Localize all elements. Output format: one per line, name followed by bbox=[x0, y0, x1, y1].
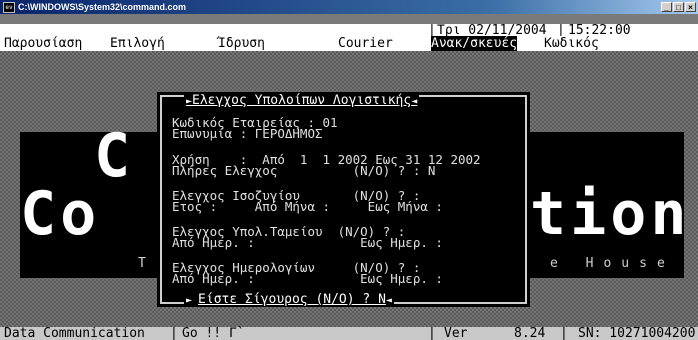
dialog-title: ►Ελεγχος Υπολοίπων Λογιστικής◄ bbox=[184, 93, 420, 108]
balance-check-dialog: ►Ελεγχος Υπολοίπων Λογιστικής◄ Κωδικός Ε… bbox=[157, 92, 530, 307]
confirm-prompt[interactable]: ► Είστε Σίγουρος (Ν/Ο) ? Ν◄ bbox=[184, 292, 394, 307]
confirm-prompt-text: Είστε Σίγουρος (Ν/Ο) ? bbox=[198, 292, 379, 307]
menu-item-presentation[interactable]: Παρουσίαση bbox=[4, 36, 82, 51]
main-menu-bar: Παρουσίαση Επιλογή Ίδρυση Courier Ανακ/σ… bbox=[0, 36, 698, 51]
window-title: C:\WINDOWS\System32\command.com bbox=[18, 2, 187, 12]
company-name-line: Επωνυμία : ΓΕΡΟΔΗΜΟΣ bbox=[172, 126, 323, 141]
prompt-left-arrow-icon: ► bbox=[186, 295, 199, 306]
menu-item-password[interactable]: Κωδικός bbox=[544, 36, 599, 51]
banner-left-text: Co bbox=[20, 179, 101, 249]
cash-date-range-line[interactable]: Από Ημερ. : Εως Ημερ. : bbox=[172, 236, 443, 249]
menu-item-maintenance[interactable]: Ανακ/σκευές bbox=[431, 36, 518, 51]
title-right-arrow-icon: ◄ bbox=[411, 96, 418, 107]
status-version: 8.24 bbox=[514, 326, 546, 340]
status-go: Go !! Γ` bbox=[182, 326, 245, 340]
full-check-line[interactable]: Πλήρες Ελεγχος (Ν/Ο) ? : Ν bbox=[172, 164, 435, 177]
banner-top-letter: C bbox=[94, 121, 135, 191]
dialog-title-text: Ελεγχος Υπολοίπων Λογιστικής bbox=[192, 93, 412, 108]
journal-date-range-line[interactable]: Από Ημερ. : Εως Ημερ. : bbox=[172, 272, 443, 285]
console-area[interactable]: | Τρι 02/11/2004 | 15:22:00 Παρουσίαση Ε… bbox=[0, 14, 698, 340]
menu-item-foundation[interactable]: Ίδρυση bbox=[218, 36, 265, 51]
year-month-range-line[interactable]: Ετος : Από Μήνα : Εως Μήνα : bbox=[172, 200, 443, 213]
close-button[interactable]: × bbox=[685, 2, 696, 12]
command-prompt-icon: ev bbox=[3, 1, 15, 13]
status-serial: SN: 10271004200 bbox=[578, 326, 696, 340]
menu-item-selection[interactable]: Επιλογή bbox=[110, 36, 165, 51]
window-controls: _ □ × bbox=[661, 2, 696, 12]
banner-right-text: tion bbox=[530, 179, 691, 249]
status-version-label: Ver bbox=[444, 326, 468, 340]
confirm-answer[interactable]: Ν bbox=[378, 292, 386, 307]
prompt-right-arrow-icon: ◄ bbox=[385, 295, 392, 306]
banner-left-small: T bbox=[138, 256, 156, 271]
maximize-button[interactable]: □ bbox=[673, 2, 684, 12]
window-titlebar[interactable]: ev C:\WINDOWS\System32\command.com _ □ × bbox=[0, 0, 698, 14]
bottom-status-bar: Data Communication | Go !! Γ` | Ver 8.24… bbox=[0, 327, 698, 340]
banner-right-small: e House bbox=[550, 256, 675, 271]
dialog-frame: ►Ελεγχος Υπολοίπων Λογιστικής◄ Κωδικός Ε… bbox=[160, 93, 527, 307]
minimize-button[interactable]: _ bbox=[661, 2, 672, 12]
menu-item-courier[interactable]: Courier bbox=[338, 36, 393, 51]
status-data-communication: Data Communication bbox=[4, 326, 145, 340]
